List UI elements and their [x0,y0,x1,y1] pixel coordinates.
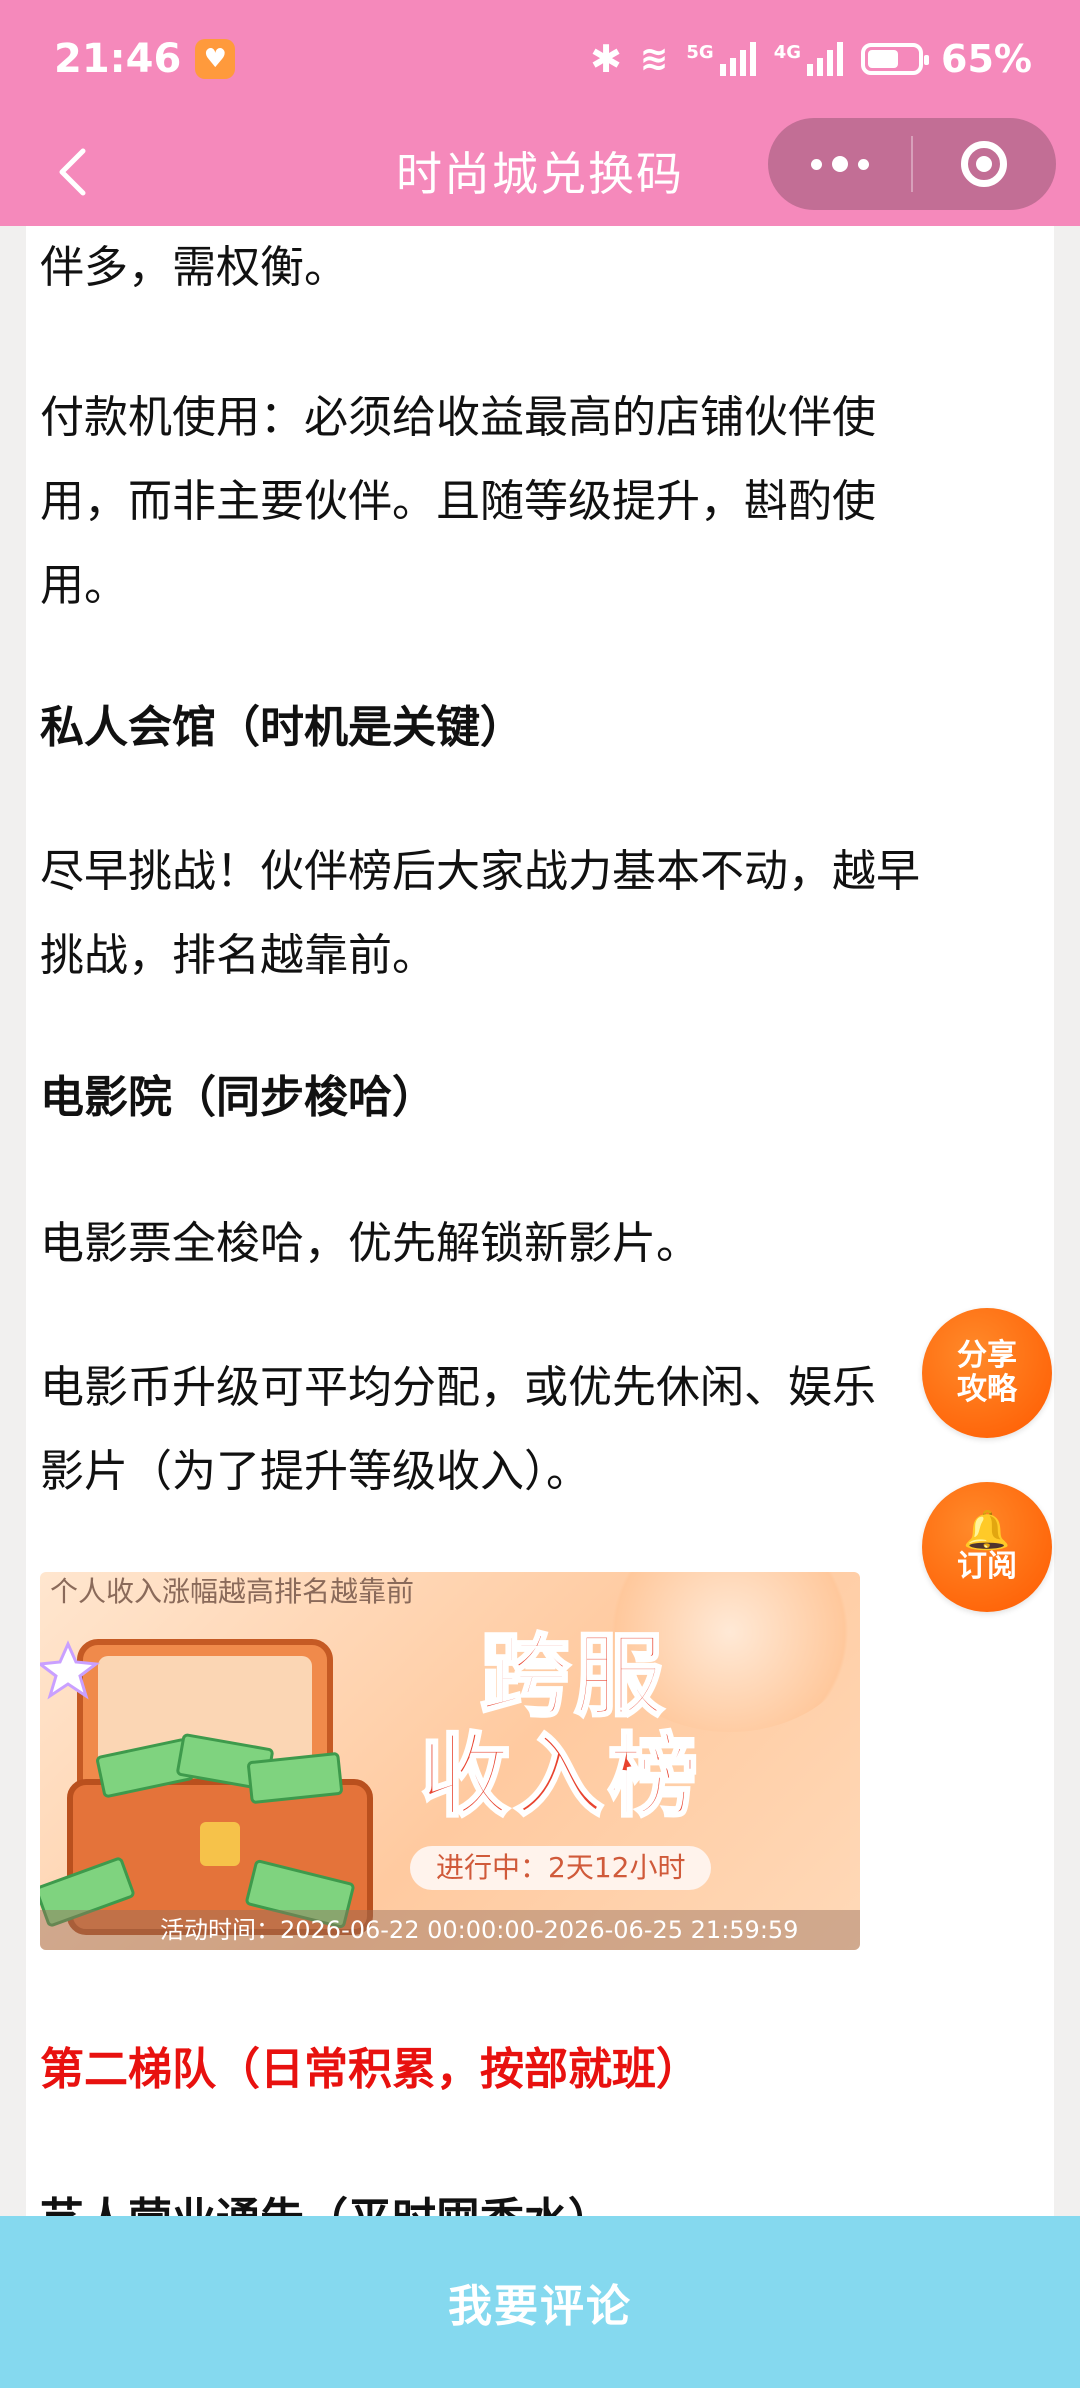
wifi-icon: ≋ [639,39,669,79]
subscribe-button[interactable]: 🔔 订阅 [922,1482,1052,1612]
treasure-chest-icon [40,1639,373,1935]
status-time: 21:46 [54,36,182,82]
banner-title-line2: 收入榜 [419,1723,702,1831]
event-banner-image[interactable]: 个人收入涨幅越高排名越靠前 跨服 收入榜 进行中：2天12小时 活动时间：202… [40,1572,860,1950]
paragraph-line: 电影币升级可平均分配，或优先休闲、娱乐 [40,1362,876,1413]
battery-percent: 65% [941,37,1032,81]
signal-4g-icon: 4G [773,42,844,76]
health-app-icon: ♥ [195,39,236,79]
top-bar: 21:46 ♥ ✱ ≋ 5G 4G 65% 时尚城兑换码 [0,0,1080,226]
miniapp-capsule [768,118,1056,210]
status-time-group: 21:46 ♥ [54,36,236,82]
banner-status-pill: 进行中：2天12小时 [410,1846,712,1890]
paragraph-line: 挑战，排名越靠前。 [40,930,436,981]
paragraph: 伴多，需权衡。 [40,242,348,293]
banner-time-bar: 活动时间：2026-06-22 00:00:00-2026-06-25 21:5… [40,1910,860,1950]
status-indicators: ✱ ≋ 5G 4G 65% [590,37,1032,81]
banner-time-text: 活动时间：2026-06-22 00:00:00-2026-06-25 21:5… [160,1916,799,1944]
bluetooth-icon: ✱ [590,37,622,81]
network-5g-label: 5G [686,42,714,63]
section-heading: 电影院（同步梭哈） [40,1072,436,1123]
paragraph-line: 影片（为了提升等级收入）。 [40,1446,590,1497]
paragraph-line: 用。 [40,560,128,611]
paragraph: 电影票全梭哈，优先解锁新影片。 [40,1218,700,1269]
share-label-line1: 分享 [957,1338,1017,1373]
section-heading-red: 第二梯队（日常积累，按部就班） [40,2044,700,2095]
nav-header: 时尚城兑换码 [0,118,1080,226]
comment-button-label: 我要评论 [448,2281,632,2332]
more-dots-icon[interactable] [768,118,911,210]
signal-5g-icon: 5G [686,42,756,76]
banner-title-line1: 跨服 [479,1623,668,1731]
subscribe-label: 订阅 [957,1549,1017,1584]
bell-icon: 🔔 [963,1508,1011,1552]
network-4g-label: 4G [773,42,802,63]
status-bar: 21:46 ♥ ✱ ≋ 5G 4G 65% [0,0,1080,118]
battery-icon [861,43,930,75]
section-heading: 艺人营业通告（平时囤香水） [40,2178,1034,2216]
target-icon[interactable] [913,118,1056,210]
section-heading: 私人会馆（时机是关键） [40,702,524,753]
share-label-line2: 攻略 [957,1372,1017,1407]
paragraph-line: 尽早挑战！伙伴榜后大家战力基本不动，越早 [40,846,920,897]
comment-bar[interactable]: 我要评论 [0,2216,1080,2388]
share-guide-button[interactable]: 分享 攻略 [922,1308,1052,1438]
article-content: 伴多，需权衡。 付款机使用：必须给收益最高的店铺伙伴使 用，而非主要伙伴。且随等… [26,226,1054,2216]
paragraph-line: 用，而非主要伙伴。且随等级提升，斟酌使 [40,476,876,527]
paragraph-line: 付款机使用：必须给收益最高的店铺伙伴使 [40,392,876,443]
